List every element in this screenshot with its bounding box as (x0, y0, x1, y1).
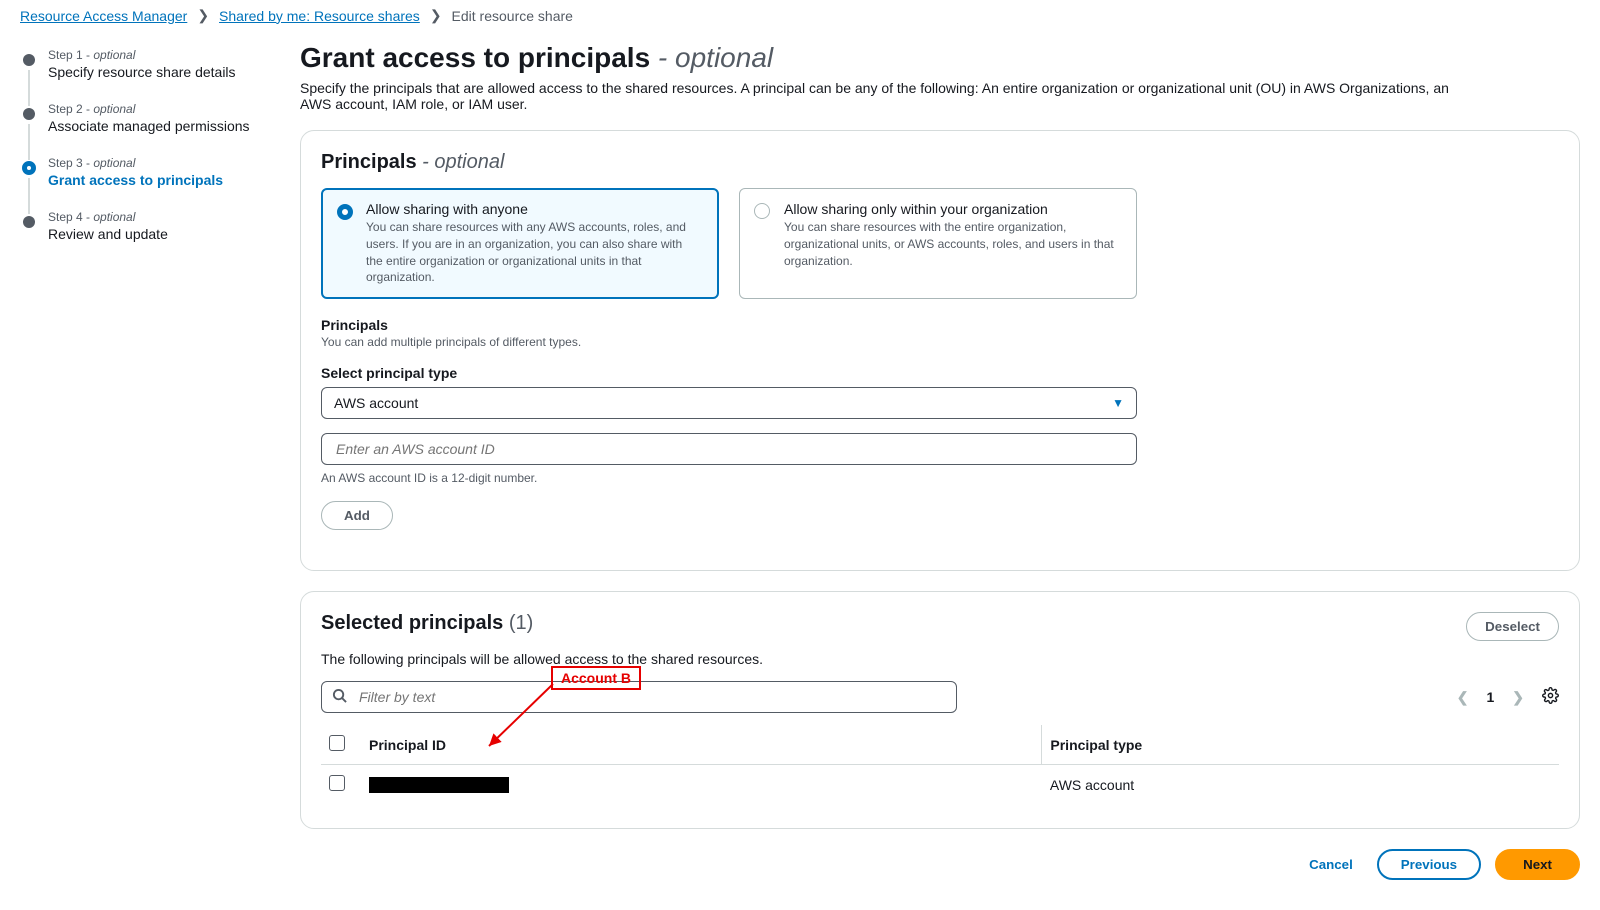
table-row[interactable]: AWS account (321, 765, 1559, 805)
radio-allow-org-desc: You can share resources with the entire … (784, 219, 1120, 269)
step-2-title: Associate managed permissions (48, 118, 260, 134)
deselect-button[interactable]: Deselect (1466, 612, 1559, 641)
page-description: Specify the principals that are allowed … (300, 80, 1450, 112)
search-icon (332, 688, 347, 706)
radio-allow-anyone-title: Allow sharing with anyone (366, 201, 702, 217)
step-3-prefix: Step 3 - (48, 156, 93, 170)
cancel-button[interactable]: Cancel (1299, 851, 1363, 878)
radio-indicator-icon (754, 203, 770, 219)
page-title: Grant access to principals - optional (300, 42, 1580, 74)
breadcrumb-link-ram[interactable]: Resource Access Manager (20, 8, 187, 24)
principal-id-input[interactable] (334, 440, 1124, 458)
radio-allow-anyone-desc: You can share resources with any AWS acc… (366, 219, 702, 286)
step-4-prefix: Step 4 - (48, 210, 93, 224)
wizard-steps: Step 1 - optional Specify resource share… (20, 38, 260, 910)
step-4[interactable]: Step 4 - optional Review and update (20, 210, 260, 264)
caret-down-icon: ▼ (1112, 396, 1124, 410)
selected-principals-heading: Selected principals (1) (321, 612, 533, 635)
breadcrumb-link-shared[interactable]: Shared by me: Resource shares (219, 8, 420, 24)
principals-panel: Principals - optional Allow sharing with… (300, 130, 1580, 571)
step-1[interactable]: Step 1 - optional Specify resource share… (20, 48, 260, 102)
pagination: ❮ 1 ❯ (1457, 687, 1559, 707)
filter-input[interactable] (357, 688, 946, 706)
selected-principals-panel: Selected principals (1) Deselect The fol… (300, 591, 1580, 829)
step-4-optional: optional (93, 210, 135, 224)
principal-type-select[interactable]: AWS account ▼ (321, 387, 1137, 419)
selected-principals-table: Principal ID Principal type AWS account (321, 725, 1559, 804)
principal-id-input-wrapper (321, 433, 1137, 465)
breadcrumb: Resource Access Manager ❯ Shared by me: … (20, 0, 1580, 38)
radio-allow-org-only[interactable]: Allow sharing only within your organizat… (739, 188, 1137, 299)
add-button[interactable]: Add (321, 501, 393, 530)
radio-allow-org-title: Allow sharing only within your organizat… (784, 201, 1120, 217)
page-next-icon[interactable]: ❯ (1512, 689, 1524, 706)
selected-principals-desc: The following principals will be allowed… (321, 651, 1559, 667)
wizard-footer: Cancel Previous Next (300, 849, 1580, 910)
gear-icon[interactable] (1542, 687, 1559, 707)
radio-indicator-icon (337, 204, 353, 220)
col-principal-type[interactable]: Principal type (1042, 725, 1559, 765)
principal-type-value: AWS account (334, 395, 418, 411)
sharing-scope-radios: Allow sharing with anyone You can share … (321, 188, 1559, 299)
row-principal-type: AWS account (1042, 765, 1559, 805)
step-1-optional: optional (93, 48, 135, 62)
principal-id-redacted (369, 777, 509, 793)
select-all-checkbox[interactable] (329, 735, 345, 751)
page-number: 1 (1486, 689, 1494, 705)
select-principal-type-label: Select principal type (321, 365, 1559, 381)
principals-help: You can add multiple principals of diffe… (321, 335, 1559, 349)
principal-id-hint: An AWS account ID is a 12-digit number. (321, 471, 1559, 485)
step-2-optional: optional (93, 102, 135, 116)
step-3[interactable]: Step 3 - optional Grant access to princi… (20, 156, 260, 210)
step-2[interactable]: Step 2 - optional Associate managed perm… (20, 102, 260, 156)
step-3-title: Grant access to principals (48, 172, 260, 188)
row-checkbox[interactable] (329, 775, 345, 791)
step-1-prefix: Step 1 - (48, 48, 93, 62)
step-4-title: Review and update (48, 226, 260, 242)
next-button[interactable]: Next (1495, 849, 1580, 880)
principals-label: Principals (321, 317, 1559, 333)
step-2-prefix: Step 2 - (48, 102, 93, 116)
col-principal-id[interactable]: Principal ID (361, 725, 1042, 765)
radio-allow-anyone[interactable]: Allow sharing with anyone You can share … (321, 188, 719, 299)
chevron-right-icon: ❯ (430, 7, 442, 24)
page-prev-icon[interactable]: ❮ (1457, 689, 1469, 706)
breadcrumb-current: Edit resource share (452, 8, 573, 24)
chevron-right-icon: ❯ (197, 7, 209, 24)
principals-heading: Principals - optional (321, 151, 1559, 174)
previous-button[interactable]: Previous (1377, 849, 1481, 880)
step-1-title: Specify resource share details (48, 64, 260, 80)
filter-input-wrapper (321, 681, 957, 713)
step-3-optional: optional (93, 156, 135, 170)
